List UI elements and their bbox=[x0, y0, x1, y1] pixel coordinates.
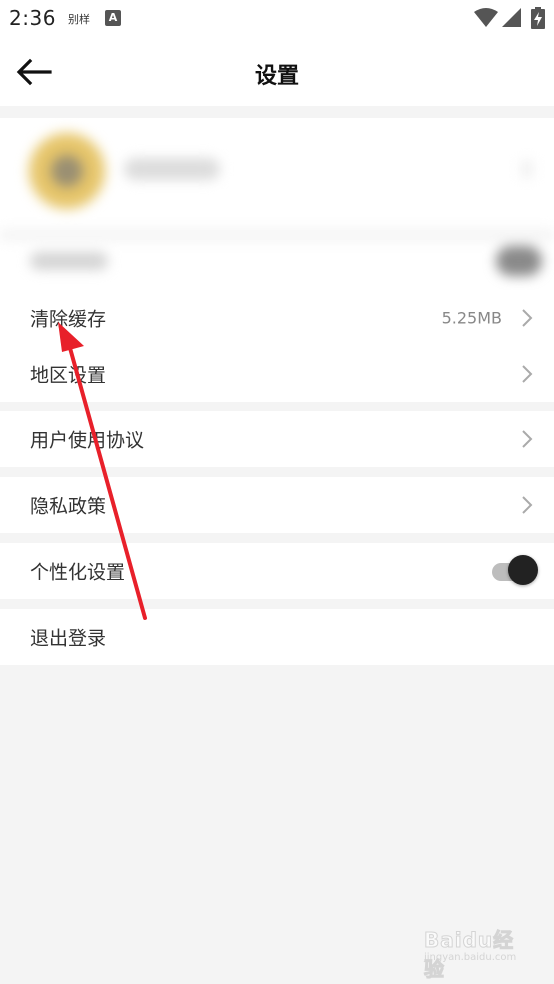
vip-text-placeholder bbox=[30, 252, 108, 270]
personalization-toggle[interactable] bbox=[492, 555, 540, 587]
logout-label: 退出登录 bbox=[30, 627, 107, 650]
chevron-right-icon bbox=[522, 430, 533, 448]
app-header: 设置 bbox=[0, 40, 554, 106]
personalization-row: 个性化设置 bbox=[0, 543, 554, 599]
user-agreement-label: 用户使用协议 bbox=[30, 429, 145, 452]
logout-row[interactable]: 退出登录 bbox=[0, 609, 554, 665]
battery-charging-icon bbox=[531, 7, 545, 29]
profile-divider bbox=[0, 230, 554, 240]
status-bar: 2:36 别样 A bbox=[0, 0, 554, 40]
notification-a-icon: A bbox=[105, 10, 121, 26]
baidu-watermark: Baidu经验 jingyan.baidu.com bbox=[424, 924, 524, 982]
chevron-right-icon bbox=[522, 496, 533, 514]
status-carrier: 别样 bbox=[68, 13, 90, 26]
chevron-right-icon bbox=[522, 309, 533, 327]
vip-badge bbox=[496, 246, 542, 276]
username-placeholder bbox=[124, 158, 220, 180]
profile-chevron-icon bbox=[522, 160, 532, 178]
clear-cache-label: 清除缓存 bbox=[30, 308, 107, 331]
region-settings-row[interactable]: 地区设置 bbox=[0, 346, 554, 402]
watermark-sub: jingyan.baidu.com bbox=[424, 952, 517, 963]
user-agreement-row[interactable]: 用户使用协议 bbox=[0, 411, 554, 467]
clear-cache-row[interactable]: 清除缓存 5.25MB bbox=[0, 290, 554, 346]
personalization-label: 个性化设置 bbox=[30, 561, 126, 584]
toggle-knob bbox=[508, 555, 538, 585]
cache-size-value: 5.25MB bbox=[441, 308, 502, 328]
wifi-icon bbox=[474, 8, 498, 27]
page-title: 设置 bbox=[254, 64, 299, 89]
privacy-policy-label: 隐私政策 bbox=[30, 495, 107, 518]
avatar bbox=[28, 132, 106, 210]
region-settings-label: 地区设置 bbox=[30, 364, 107, 387]
profile-card[interactable] bbox=[0, 118, 554, 290]
signal-icon bbox=[502, 8, 521, 27]
profile-blur bbox=[0, 118, 554, 290]
privacy-policy-row[interactable]: 隐私政策 bbox=[0, 477, 554, 533]
status-time: 2:36 bbox=[9, 6, 56, 30]
chevron-right-icon bbox=[522, 365, 533, 383]
